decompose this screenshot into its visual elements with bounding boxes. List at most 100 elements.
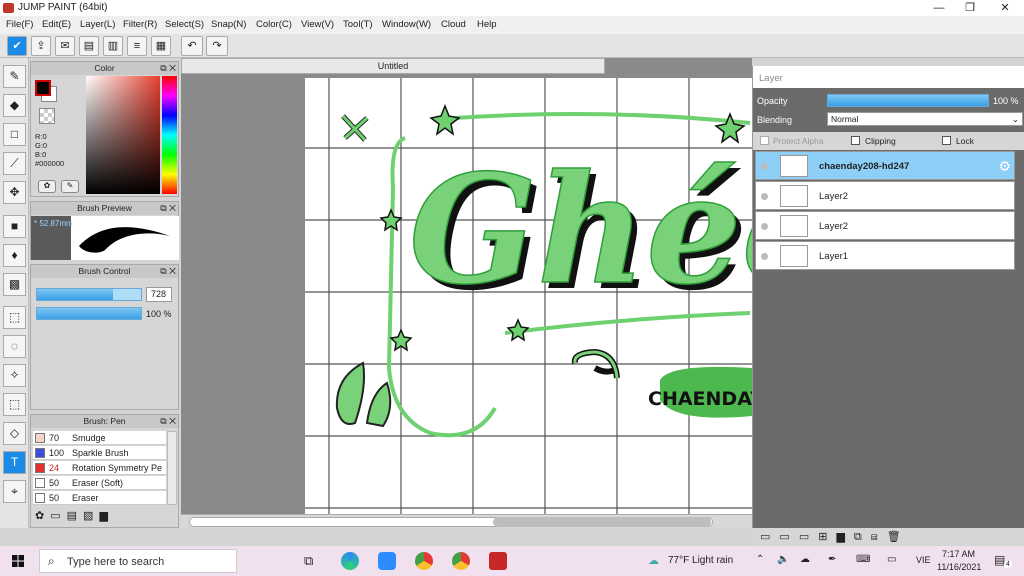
notes-icon[interactable]: ≡ [127,36,147,56]
menu-file[interactable]: File(F) [6,19,33,30]
share-icon[interactable]: ⇪ [31,36,51,56]
scroll-thumb[interactable] [493,517,711,527]
select-rect-tool-icon[interactable]: ⬚ [3,306,26,329]
pen-icon[interactable]: ✒ [828,554,836,565]
layer-row[interactable]: Layer2 [755,181,1015,210]
brush-folder-icon[interactable]: ▆ [99,510,113,522]
menu-filter[interactable]: Filter(R) [123,19,157,30]
menu-cloud[interactable]: Cloud [441,19,466,30]
close-button[interactable]: ✕ [990,0,1020,16]
magic-wand-tool-icon[interactable]: ✧ [3,364,26,387]
eraser-tool-icon[interactable]: ◆ [3,94,26,117]
brush-list-item[interactable]: 100 Sparkle Brush [33,446,166,460]
foreground-color-swatch[interactable] [35,80,51,96]
brush-settings-icon[interactable]: ▧ [83,510,99,522]
layer-row[interactable]: Layer2 [755,211,1015,240]
merge-layer-icon[interactable]: ⧈ [871,531,887,543]
menu-window[interactable]: Window(W) [382,19,431,30]
undo-icon[interactable]: ↶ [181,36,203,56]
display-icon[interactable]: ▭ [887,554,896,565]
task-view-icon[interactable]: ⧉ [304,553,313,569]
keyboard-icon[interactable]: ⌨ [856,554,870,565]
speech-bubble-icon[interactable]: ✉ [55,36,75,56]
select-pen-tool-icon[interactable]: ⬚ [3,393,26,416]
hue-slider[interactable] [162,76,177,194]
menu-view[interactable]: View(V) [301,19,334,30]
transparent-color-swatch[interactable] [39,108,55,124]
menu-help[interactable]: Help [477,19,497,30]
saturation-value-picker[interactable] [86,76,160,194]
redo-icon[interactable]: ↷ [206,36,228,56]
windows-start-icon[interactable] [12,555,24,567]
brush-list-item[interactable]: 50 Eraser (Soft) [33,476,166,490]
clipping-checkbox[interactable] [851,136,860,145]
canvas-page[interactable]: Ghéc Ghéc CHAENDAY20 [305,78,752,514]
bucket-tool-icon[interactable]: ♦ [3,244,26,267]
document-tab[interactable]: Untitled [181,58,605,74]
horizontal-scrollbar[interactable] [181,514,752,528]
eyedropper-tool-icon[interactable]: ⌖ [3,480,26,503]
edge-browser-icon[interactable] [341,552,359,570]
menu-tool[interactable]: Tool(T) [343,19,373,30]
show-hidden-icons-icon[interactable]: ⌃ [756,554,764,565]
zoom-app-icon[interactable] [378,552,396,570]
gradient-tool-icon[interactable]: ▩ [3,273,26,296]
lasso-tool-icon[interactable]: ◌ [3,335,26,358]
blending-select[interactable]: Normal ⌄ [827,112,1023,126]
brush-menu-icon[interactable]: ▤ [67,510,83,522]
brush-size-slider[interactable] [36,288,142,301]
text-tool-icon[interactable]: T [3,451,26,474]
layer-row[interactable]: chaenday208-hd247 ⚙ [755,151,1015,180]
move-tool-icon[interactable]: ✥ [3,181,26,204]
onedrive-icon[interactable]: ☁ [800,554,810,565]
brush-list-item[interactable]: 50 Eraser [33,491,166,505]
layer-visibility-icon[interactable] [761,193,768,200]
volume-icon[interactable]: 🔈 [777,554,789,565]
new-brush-icon[interactable]: ▭ [50,510,66,522]
document-icon[interactable]: ▥ [103,36,123,56]
palette-icon[interactable]: ✿ [38,180,56,193]
grid-settings-icon[interactable]: ▦ [151,36,171,56]
rectangle-tool-icon[interactable]: □ [3,123,26,146]
new-layer-copy-icon[interactable]: ▭ [779,531,798,543]
brush-list-item[interactable]: 24 Rotation Symmetry Pe [33,461,166,475]
duplicate-layer-icon[interactable]: ⧉ [854,531,871,543]
jump-paint-taskbar-icon[interactable] [489,552,507,570]
minimize-button[interactable]: — [924,0,954,16]
brush-opacity-slider[interactable] [36,307,142,320]
pen-tool-icon[interactable]: ✎ [3,65,26,88]
menu-select[interactable]: Select(S) [165,19,204,30]
taskbar-search-box[interactable]: ⌕ Type here to search [39,549,237,573]
add-layer-menu-icon[interactable]: ⊞ [818,531,836,543]
menu-snap[interactable]: Snap(N) [211,19,246,30]
layer-settings-gear-icon[interactable]: ⚙ [998,158,1011,175]
layer-props-icon[interactable]: ▭ [799,531,818,543]
menu-layer[interactable]: Layer(L) [80,19,115,30]
color-history-icon[interactable]: ✎ [61,180,79,193]
brush-size-value[interactable]: 728 [146,287,172,302]
protect-alpha-checkbox[interactable] [760,136,769,145]
language-indicator[interactable]: VIE [916,555,931,565]
layer-opacity-slider[interactable] [827,94,989,107]
brush-list-scrollbar[interactable] [167,431,177,505]
chrome-profile-1-icon[interactable] [415,552,433,570]
clock-time[interactable]: 7:17 AM [942,549,975,559]
layer-visibility-icon[interactable] [761,253,768,260]
layer-row[interactable]: Layer1 [755,241,1015,270]
layer-folder-icon[interactable]: ▆ [836,531,853,543]
comment-icon[interactable]: ▤ [79,36,99,56]
new-layer-icon[interactable]: ▭ [760,531,779,543]
weather-icon[interactable]: ☁ [648,554,659,567]
layer-visibility-icon[interactable] [761,163,768,170]
menu-color[interactable]: Color(C) [256,19,292,30]
maximize-button[interactable]: ❐ [955,0,985,16]
lock-checkbox[interactable] [942,136,951,145]
cloud-check-icon[interactable]: ✔ [7,36,27,56]
delete-layer-icon[interactable]: 🗑 [887,531,910,543]
add-brush-icon[interactable]: ✿ [35,510,50,522]
layer-visibility-icon[interactable] [761,223,768,230]
select-eraser-tool-icon[interactable]: ◇ [3,422,26,445]
clock-date[interactable]: 11/16/2021 [937,562,981,572]
brush-list-item[interactable]: 70 Smudge [33,431,166,445]
menu-edit[interactable]: Edit(E) [42,19,71,30]
